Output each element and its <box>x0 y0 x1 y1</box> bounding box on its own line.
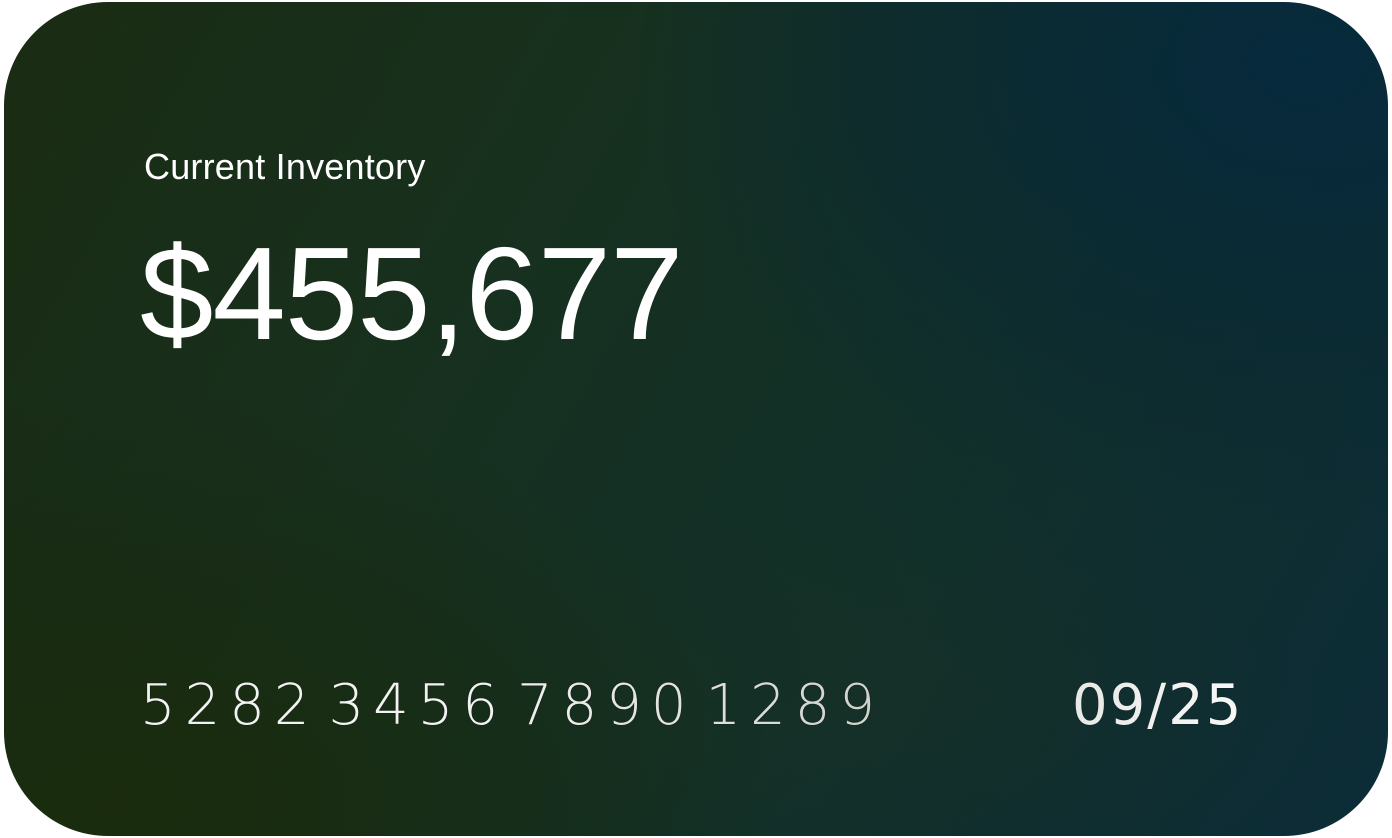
card-expiry-date: 09/25 <box>1072 673 1244 738</box>
card-number: 5282 3456 7890 1289 <box>140 678 894 734</box>
card-label: Current Inventory <box>144 146 426 187</box>
card-number-group: 1289 <box>705 673 885 738</box>
inventory-amount: $455,677 <box>140 220 684 367</box>
inventory-card: Current Inventory $455,677 5282 3456 7890 1… <box>4 2 1388 836</box>
card-number-group: 5282 <box>140 673 319 738</box>
card-number-group: 7890 <box>517 673 696 738</box>
card-number-group: 3456 <box>328 673 508 738</box>
